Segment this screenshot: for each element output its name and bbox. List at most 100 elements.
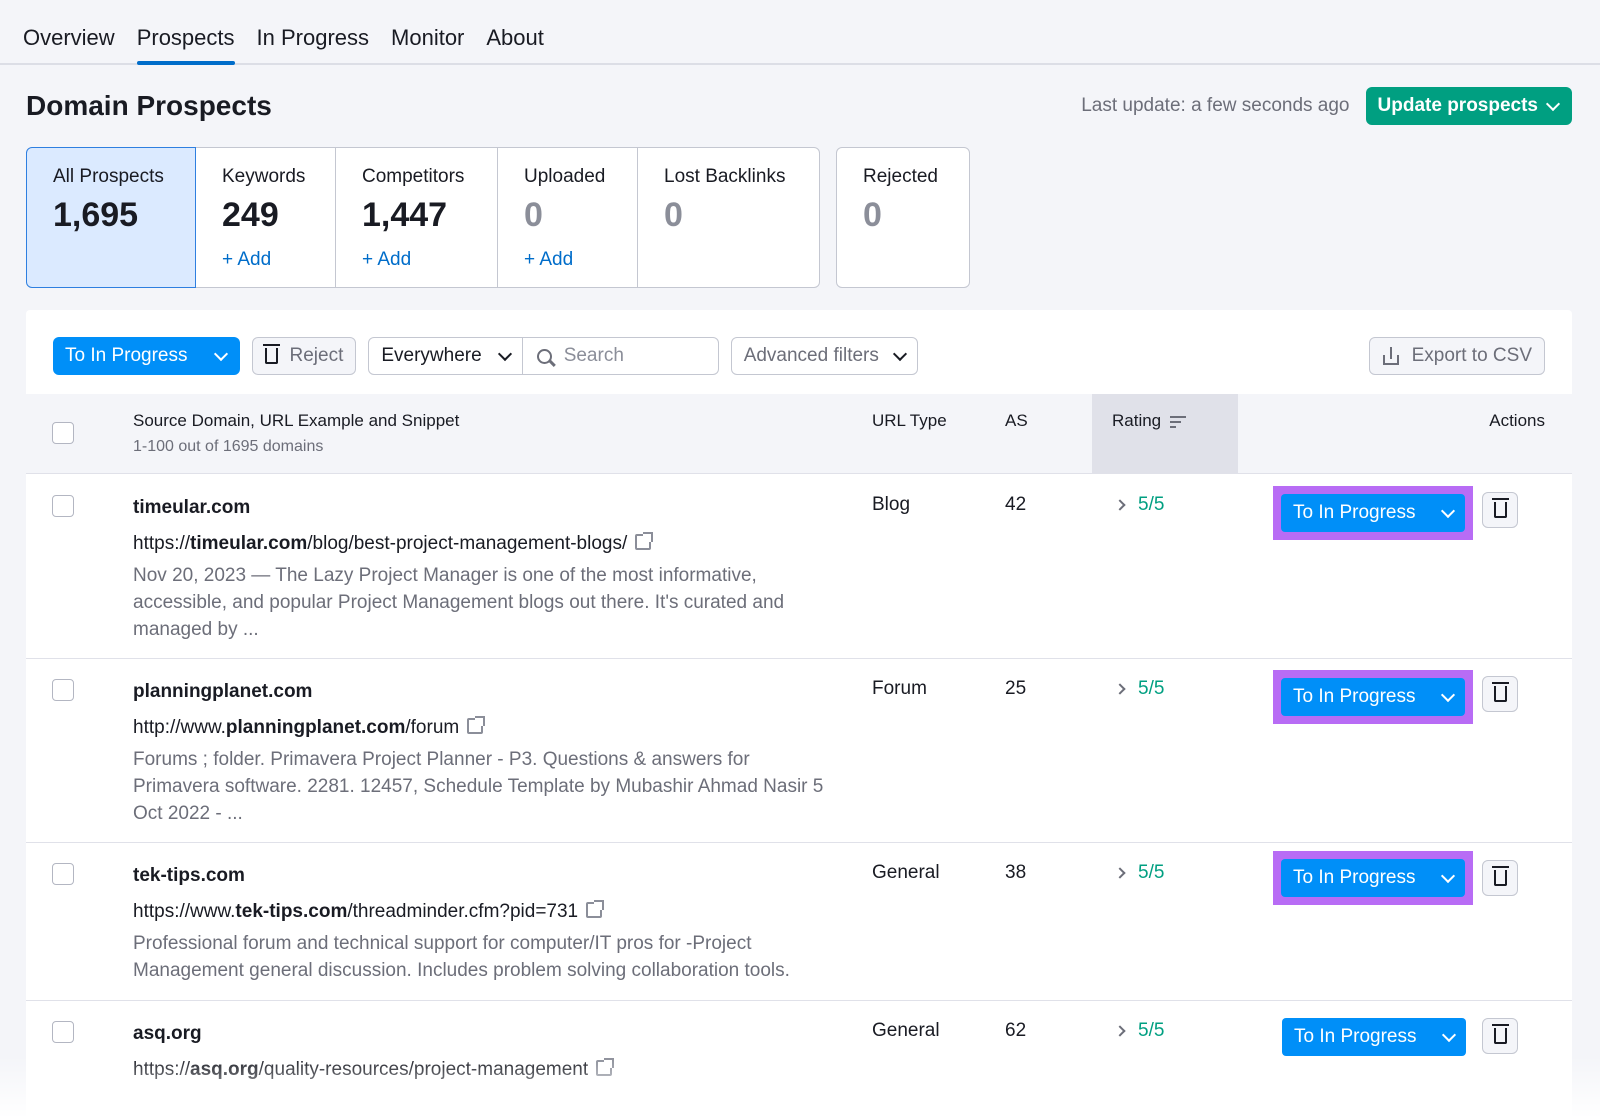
row-as: 42	[1005, 494, 1027, 515]
search-input[interactable]: Search	[522, 337, 719, 375]
as-column-header[interactable]: AS	[1005, 411, 1028, 431]
source-column-header: Source Domain, URL Example and Snippet	[133, 411, 460, 430]
row-domain: asq.org	[133, 1023, 202, 1044]
row-url-link[interactable]: https://asq.org/quality-resources/projec…	[133, 1058, 615, 1081]
tab-monitor[interactable]: Monitor	[391, 25, 464, 63]
card-label: All Prospects	[53, 166, 164, 187]
table-row: timeular.com https://timeular.com/blog/b…	[26, 475, 1572, 659]
row-domain: planningplanet.com	[133, 681, 313, 702]
row-action: To In Progress	[1282, 1018, 1466, 1056]
add-uploaded-link[interactable]: + Add	[524, 249, 611, 271]
add-keywords-link[interactable]: + Add	[222, 249, 309, 271]
row-to-in-progress-button[interactable]: To In Progress	[1281, 859, 1465, 897]
row-url-link[interactable]: https://timeular.com/blog/best-project-m…	[133, 532, 654, 555]
chevron-down-icon	[1441, 1027, 1457, 1042]
prospect-cards: All Prospects 1,695 Keywords 249 + Add C…	[26, 147, 970, 288]
row-to-in-progress-button[interactable]: To In Progress	[1282, 1018, 1466, 1056]
scope-select[interactable]: Everywhere	[368, 337, 523, 375]
search-icon	[536, 348, 552, 364]
tab-about[interactable]: About	[486, 25, 544, 63]
card-rejected[interactable]: Rejected 0	[836, 147, 970, 288]
card-label: Competitors	[362, 166, 465, 187]
update-prospects-button[interactable]: Update prospects	[1365, 87, 1572, 125]
actions-column-header: Actions	[1489, 411, 1545, 430]
card-value: 0	[664, 196, 683, 234]
export-csv-button[interactable]: Export to CSV	[1368, 337, 1545, 375]
url-type-column-header[interactable]: URL Type	[872, 411, 947, 431]
row-as: 62	[1005, 1020, 1027, 1041]
row-url-link[interactable]: https://www.tek-tips.com/threadminder.cf…	[133, 900, 605, 923]
table-header: Source Domain, URL Example and Snippet 1…	[26, 394, 1572, 474]
row-url-type: Forum	[872, 678, 927, 699]
row-rating[interactable]: 5/5	[1114, 862, 1164, 884]
trash-icon	[262, 344, 280, 364]
trash-icon	[1491, 866, 1509, 886]
chevron-down-icon	[1440, 503, 1456, 518]
bulk-to-in-progress-button[interactable]: To In Progress	[53, 337, 240, 375]
export-csv-label: Export to CSV	[1411, 345, 1532, 366]
row-url-type: General	[872, 862, 940, 883]
toolbar: To In Progress Reject Everywhere Search …	[53, 337, 1545, 375]
sort-icon	[1169, 415, 1186, 428]
card-value: 249	[222, 196, 279, 234]
row-delete-button[interactable]	[1482, 860, 1518, 896]
tab-prospects[interactable]: Prospects	[136, 25, 235, 65]
row-domain: timeular.com	[133, 497, 251, 518]
update-prospects-label: Update prospects	[1377, 95, 1538, 116]
tab-in-progress[interactable]: In Progress	[257, 25, 370, 63]
upload-icon	[1382, 347, 1400, 365]
rating-header-label: Rating	[1112, 411, 1162, 430]
trash-icon	[1491, 682, 1509, 702]
row-action-highlight: To In Progress	[1273, 486, 1473, 540]
chevron-down-icon	[892, 346, 907, 361]
row-rating[interactable]: 5/5	[1114, 1020, 1164, 1042]
external-link-icon	[586, 900, 605, 918]
search-placeholder: Search	[563, 345, 624, 366]
card-all-prospects[interactable]: All Prospects 1,695	[26, 147, 196, 288]
bulk-to-in-progress-label: To In Progress	[65, 345, 188, 366]
external-link-icon	[635, 532, 654, 550]
top-nav: Overview Prospects In Progress Monitor A…	[0, 0, 1600, 65]
row-rating[interactable]: 5/5	[1114, 678, 1164, 700]
row-url-type: Blog	[872, 494, 911, 515]
row-checkbox[interactable]	[52, 495, 74, 517]
card-label: Keywords	[222, 166, 306, 187]
chevron-down-icon	[213, 346, 228, 361]
chevron-right-icon	[1114, 867, 1126, 879]
card-value: 0	[863, 196, 882, 234]
card-uploaded[interactable]: Uploaded 0 + Add	[498, 147, 638, 288]
card-competitors[interactable]: Competitors 1,447 + Add	[336, 147, 498, 288]
trash-icon	[1491, 1024, 1509, 1044]
row-delete-button[interactable]	[1482, 676, 1518, 712]
row-to-in-progress-button[interactable]: To In Progress	[1281, 678, 1465, 716]
select-all-checkbox[interactable]	[52, 422, 74, 444]
row-rating[interactable]: 5/5	[1114, 494, 1164, 516]
card-value: 1,695	[53, 196, 139, 234]
tab-overview[interactable]: Overview	[23, 25, 115, 63]
rating-column-header[interactable]: Rating	[1112, 411, 1186, 431]
domain-count: 1-100 out of 1695 domains	[133, 438, 324, 455]
reject-button[interactable]: Reject	[251, 337, 357, 375]
row-action-highlight: To In Progress	[1273, 670, 1473, 724]
external-link-icon	[596, 1058, 615, 1076]
external-link-icon	[467, 716, 486, 734]
card-lost-backlinks[interactable]: Lost Backlinks 0	[638, 147, 820, 288]
row-checkbox[interactable]	[52, 1021, 74, 1043]
advanced-filters-label: Advanced filters	[743, 345, 879, 366]
card-label: Lost Backlinks	[664, 166, 786, 187]
row-delete-button[interactable]	[1482, 1018, 1518, 1054]
row-snippet: Nov 20, 2023 — The Lazy Project Manager …	[133, 565, 785, 640]
row-checkbox[interactable]	[52, 679, 74, 701]
card-keywords[interactable]: Keywords 249 + Add	[196, 147, 336, 288]
card-value: 0	[524, 196, 543, 234]
row-checkbox[interactable]	[52, 863, 74, 885]
row-delete-button[interactable]	[1482, 492, 1518, 528]
scope-value: Everywhere	[381, 345, 482, 366]
rating-column-highlight	[1092, 394, 1238, 474]
row-to-in-progress-button[interactable]: To In Progress	[1281, 494, 1465, 532]
row-as: 38	[1005, 862, 1027, 883]
advanced-filters-button[interactable]: Advanced filters	[730, 337, 918, 375]
row-url-link[interactable]: http://www.planningplanet.com/forum	[133, 716, 486, 739]
chevron-down-icon	[1440, 868, 1456, 883]
add-competitors-link[interactable]: + Add	[362, 249, 471, 271]
